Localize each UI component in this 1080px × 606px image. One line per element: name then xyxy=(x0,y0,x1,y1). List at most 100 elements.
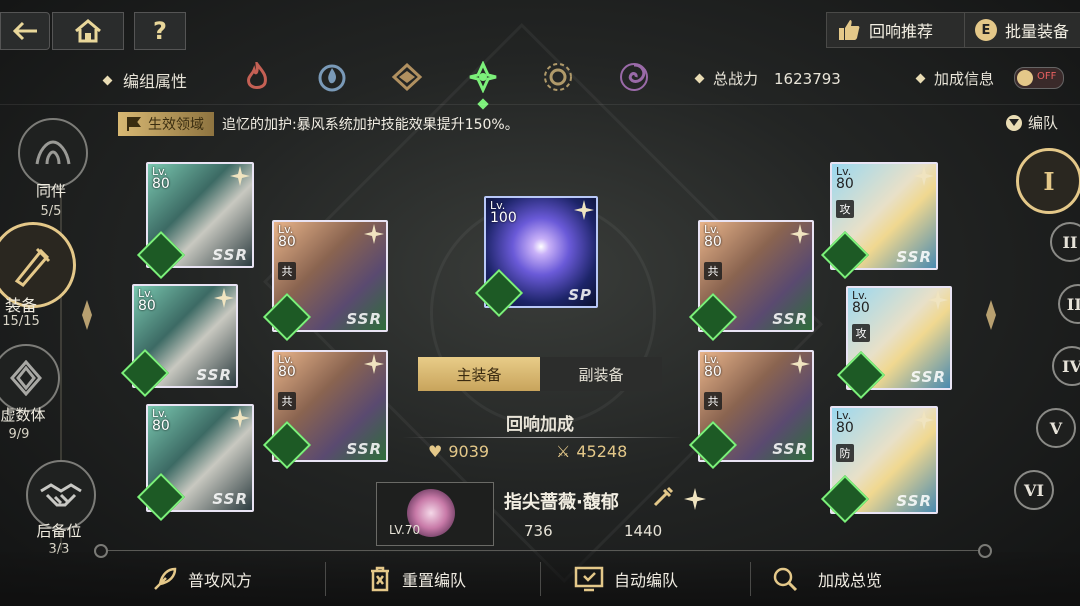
card-level: Lv. 80 xyxy=(852,289,870,316)
toggle-state: OFF xyxy=(1037,71,1057,82)
thumbs-up-icon xyxy=(839,20,860,40)
role-badge: 共 xyxy=(278,392,296,410)
formation-label: 编队 xyxy=(1028,114,1059,132)
nav-imaginary-count: 9/9 xyxy=(8,427,30,442)
echo-item-name: 指尖蔷薇·馥郁 xyxy=(504,492,619,513)
bonus-info: 加成信息 xyxy=(915,68,994,89)
total-power-value: 1623793 xyxy=(774,69,841,88)
heart-icon: ♥ xyxy=(428,442,443,461)
bottom-line-dot-right xyxy=(978,544,992,558)
rarity-label: SP xyxy=(568,286,592,304)
tab-main-equipment[interactable]: 主装备 xyxy=(418,357,540,391)
hp-stat: ♥ 9039 xyxy=(428,442,489,461)
earth-element-tab[interactable] xyxy=(390,60,424,94)
bonus-toggle[interactable]: OFF xyxy=(1014,67,1064,89)
formation-button[interactable]: 编队 xyxy=(1006,112,1058,133)
star-icon xyxy=(214,288,234,308)
rarity-label: SSR xyxy=(896,248,932,266)
back-button[interactable] xyxy=(0,12,50,50)
water-drop-icon xyxy=(318,64,346,92)
formation-3-button[interactable]: III xyxy=(1058,284,1080,324)
atk-stat: ⚔ 45248 xyxy=(556,442,627,461)
role-badge: 攻 xyxy=(852,324,870,342)
earth-icon xyxy=(391,62,423,92)
water-element-tab[interactable] xyxy=(315,60,349,94)
crossed-swords-icon: ⚔ xyxy=(556,442,571,461)
normal-attack-button[interactable]: 普攻风方 xyxy=(152,562,252,596)
card-level: Lv. 80 xyxy=(836,165,854,192)
star-icon xyxy=(914,166,934,186)
rarity-label: SSR xyxy=(196,366,232,384)
card-level: Lv. 80 xyxy=(704,223,722,250)
hp-value: 9039 xyxy=(448,442,490,461)
help-button[interactable]: ? xyxy=(134,12,186,50)
home-icon xyxy=(75,19,101,43)
bonus-overview-button[interactable]: 加成总览 xyxy=(772,562,882,596)
bottom-separator xyxy=(750,562,751,596)
star-icon xyxy=(230,166,250,186)
wand-icon xyxy=(653,486,674,507)
card-level: Lv. 80 xyxy=(138,287,156,314)
wind-element-tab[interactable] xyxy=(466,60,500,94)
fire-icon xyxy=(247,62,267,89)
header-divider xyxy=(0,104,1080,105)
card-level: Lv. 80 xyxy=(836,409,854,436)
back-arrow-icon xyxy=(12,21,37,41)
card-level: Lv. 80 xyxy=(278,353,296,380)
formation-5-button[interactable]: V xyxy=(1036,408,1076,448)
echo-bonus-divider xyxy=(402,437,682,438)
rarity-label: SSR xyxy=(772,440,808,458)
star-icon xyxy=(790,354,810,374)
nav-imaginary-button[interactable] xyxy=(0,344,60,412)
star-icon xyxy=(574,200,594,220)
diamond-bullet-icon xyxy=(102,75,113,85)
diamond-bullet-icon xyxy=(915,73,926,84)
trash-icon xyxy=(371,566,389,592)
star-icon xyxy=(364,224,384,244)
echo-item-stat2: 1440 xyxy=(624,522,663,540)
flag-icon xyxy=(127,117,141,131)
star-icon xyxy=(684,488,706,510)
home-button[interactable] xyxy=(52,12,124,50)
nav-companion-button[interactable] xyxy=(18,118,88,188)
left-ornament xyxy=(82,300,92,330)
formation-2-button[interactable]: II xyxy=(1050,222,1080,262)
crystal-icon xyxy=(10,360,42,396)
nav-equipment-count: 15/15 xyxy=(2,314,40,329)
rarity-label: SSR xyxy=(346,440,382,458)
quill-icon xyxy=(154,567,177,590)
rarity-label: SSR xyxy=(346,310,382,328)
reset-formation-button[interactable]: 重置编队 xyxy=(368,562,466,596)
echo-item-type-icon xyxy=(652,486,674,508)
tab-sub-equipment[interactable]: 副装备 xyxy=(540,357,662,391)
formation-1-button[interactable]: I xyxy=(1016,148,1080,214)
dark-element-tab[interactable] xyxy=(617,60,651,94)
echo-item-slot[interactable]: LV.70 xyxy=(376,482,494,546)
bonus-overview-label: 加成总览 xyxy=(818,571,883,590)
vortex-icon xyxy=(620,63,648,91)
rarity-label: SSR xyxy=(212,490,248,508)
formation-6-button[interactable]: VI xyxy=(1014,470,1054,510)
bottom-separator xyxy=(540,562,541,596)
effect-text: 追忆的加护:暴风系统加护技能效果提升150%。 xyxy=(222,117,519,133)
card-level: Lv. 80 xyxy=(704,353,722,380)
bottom-separator xyxy=(325,562,326,596)
recommend-button[interactable]: 回响推荐 xyxy=(826,12,978,48)
auto-formation-label: 自动编队 xyxy=(614,571,679,590)
role-badge: 共 xyxy=(704,392,722,410)
formation-4-button[interactable]: IV xyxy=(1052,346,1080,386)
batch-equip-button[interactable]: E 批量装备 xyxy=(964,12,1080,48)
role-badge: 防 xyxy=(836,444,854,462)
handshake-icon xyxy=(40,483,82,507)
star-icon xyxy=(364,354,384,374)
effect-tag: 生效领域 xyxy=(118,112,214,136)
auto-formation-button[interactable]: 自动编队 xyxy=(574,562,678,596)
role-badge: 共 xyxy=(278,262,296,280)
formation-attr-label: 编组属性 xyxy=(102,68,187,92)
star-icon xyxy=(928,290,948,310)
star-icon xyxy=(914,410,934,430)
magnifier-icon xyxy=(773,567,798,592)
light-element-tab[interactable] xyxy=(541,60,575,94)
batch-equip-label: 批量装备 xyxy=(1005,22,1070,41)
fire-element-tab[interactable] xyxy=(240,60,274,94)
